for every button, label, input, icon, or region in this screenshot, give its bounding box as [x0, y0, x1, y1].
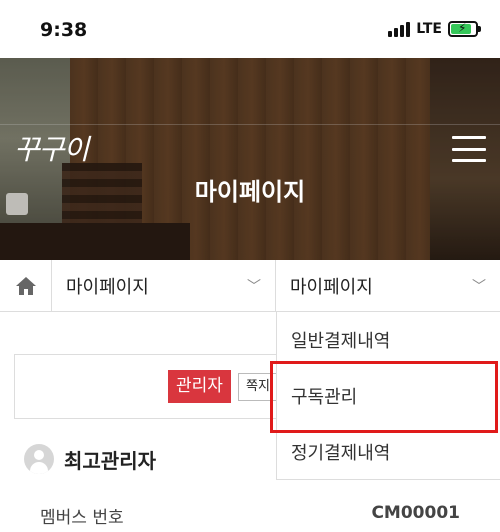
- member-number-value: CM00001: [371, 503, 460, 523]
- breadcrumb-select-primary[interactable]: 마이페이지 ﹀: [52, 260, 276, 312]
- menu-item-subscription[interactable]: 구독관리: [277, 368, 500, 424]
- charging-icon: ⚡: [458, 21, 467, 35]
- status-bar: 9:38 LTE ⚡: [0, 0, 500, 58]
- breadcrumb-dropdown-menu: 일반결제내역 구독관리 정기결제내역: [276, 312, 500, 480]
- home-button[interactable]: [0, 260, 52, 312]
- page-title: 마이페이지: [194, 178, 306, 206]
- menu-item-recurring-payment[interactable]: 정기결제내역: [277, 424, 500, 480]
- message-button[interactable]: 쪽지: [238, 373, 278, 401]
- chevron-down-icon: ﹀: [472, 279, 486, 295]
- breadcrumb: 마이페이지 ﹀ 마이페이지 ﹀: [0, 260, 500, 312]
- breadcrumb-select-secondary[interactable]: 마이페이지 ﹀: [276, 260, 500, 312]
- profile-header: 최고관리자: [24, 444, 156, 474]
- network-label: LTE: [416, 21, 442, 37]
- battery-icon: ⚡: [448, 21, 481, 37]
- status-indicators: LTE ⚡: [388, 21, 481, 37]
- status-time: 9:38: [40, 19, 88, 41]
- breadcrumb-select-secondary-label: 마이페이지: [290, 277, 373, 298]
- profile-name: 최고관리자: [64, 448, 156, 473]
- chevron-down-icon: ﹀: [247, 279, 261, 295]
- breadcrumb-select-primary-label: 마이페이지: [66, 277, 149, 298]
- signal-icon: [388, 21, 411, 37]
- member-number-label: 멤버스 번호: [40, 508, 124, 528]
- menu-item-payment-history[interactable]: 일반결제내역: [277, 312, 500, 368]
- admin-badge: 관리자: [168, 370, 231, 403]
- hamburger-icon[interactable]: [452, 136, 486, 162]
- home-icon: [15, 277, 36, 295]
- hero-banner: 꾸구이 마이페이지: [0, 58, 500, 260]
- brand-logo[interactable]: 꾸구이: [14, 128, 89, 168]
- avatar: [24, 444, 54, 474]
